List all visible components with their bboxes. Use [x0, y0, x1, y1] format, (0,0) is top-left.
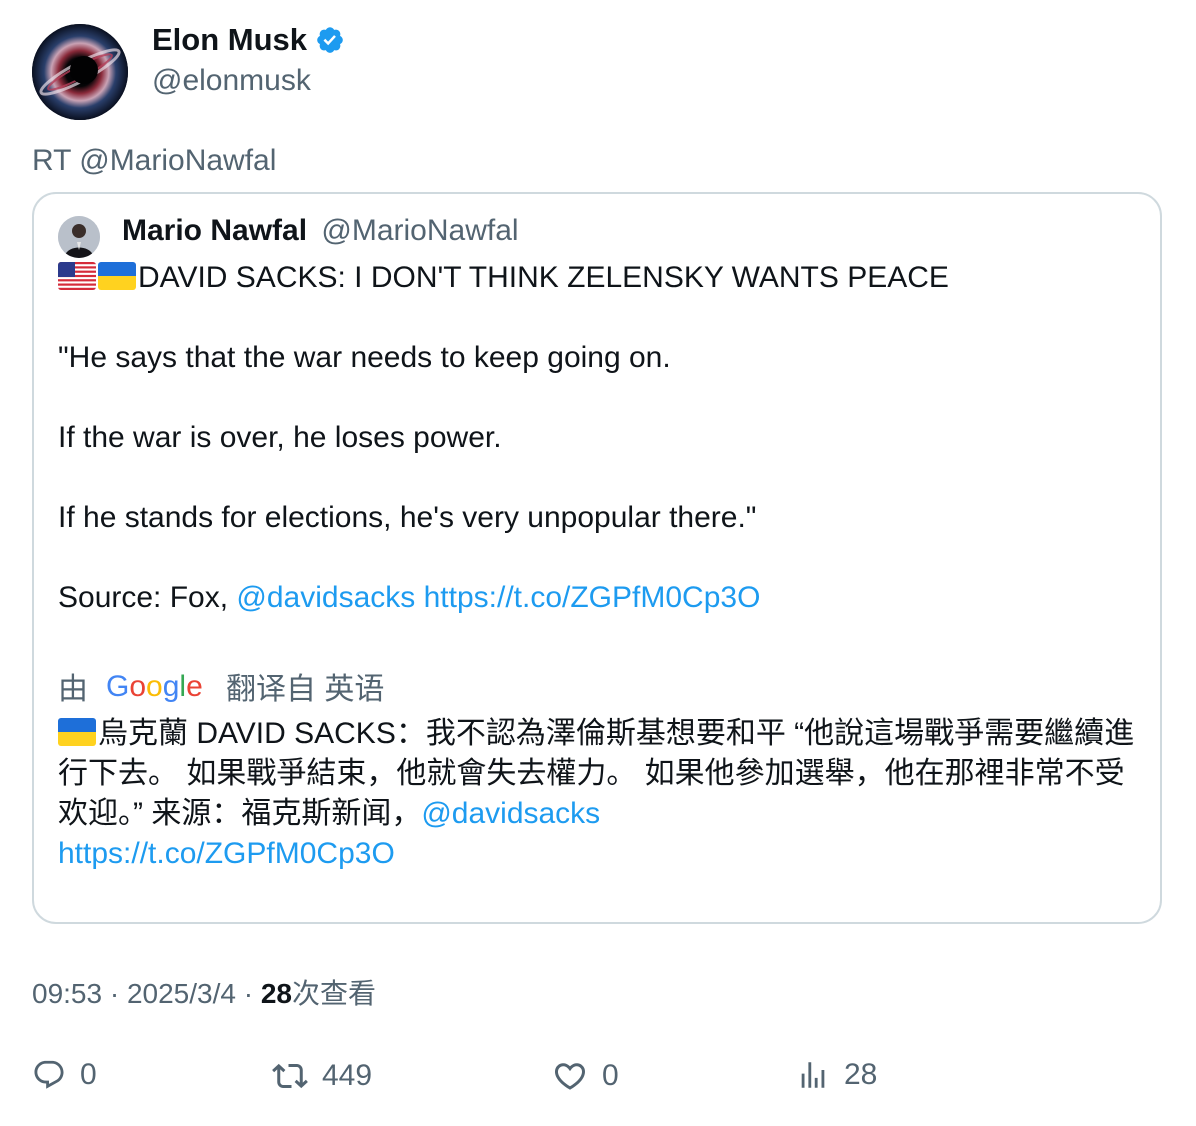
translation-mention-link[interactable]: @davidsacks	[421, 797, 600, 830]
verified-badge-icon	[317, 27, 343, 53]
source-mention-link[interactable]: @davidsacks	[236, 581, 415, 614]
quoted-display-name[interactable]: Mario Nawfal	[122, 214, 307, 247]
retweet-button[interactable]: 449	[272, 1058, 372, 1094]
retweet-count: 449	[322, 1059, 373, 1092]
tweet: Elon Musk @elonmusk RT @MarioNawfal Mari…	[0, 0, 1196, 1126]
quoted-author-avatar[interactable]	[58, 216, 100, 258]
quoted-tweet-card[interactable]: Mario Nawfal @MarioNawfal DAVID SACKS: I…	[32, 192, 1162, 924]
reply-button[interactable]: 0	[32, 1058, 97, 1092]
author-avatar[interactable]	[32, 24, 128, 120]
source-url-link[interactable]: https://t.co/ZGPfM0Cp3O	[424, 581, 761, 614]
author-display-name[interactable]: Elon Musk	[152, 22, 307, 58]
quoted-paragraph-3: If he stands for elections, he's very un…	[58, 501, 757, 534]
views-label: 次查看	[292, 978, 377, 1009]
us-flag-icon	[58, 262, 96, 290]
author-name-row: Elon Musk	[152, 22, 345, 58]
ukraine-flag-icon	[98, 262, 136, 290]
views-button[interactable]: 28	[796, 1058, 877, 1092]
reply-icon	[34, 1060, 64, 1089]
source-prefix: Source: Fox,	[58, 581, 229, 614]
views-action-count: 28	[844, 1058, 878, 1091]
translate-from-label: 翻译自 英语	[226, 673, 385, 706]
meta-separator: ·	[109, 978, 127, 1009]
translate-by-label: 由	[58, 673, 88, 706]
views-count: 28	[260, 978, 293, 1009]
tweet-date[interactable]: 2025/3/4	[127, 978, 236, 1009]
reply-count: 0	[80, 1058, 97, 1091]
quoted-headline: DAVID SACKS: I DON'T THINK ZELENSKY WANT…	[138, 261, 949, 294]
action-bar: 0 449 0 28	[32, 1058, 1162, 1102]
ukraine-flag-icon-translated	[58, 718, 96, 746]
like-button[interactable]: 0	[552, 1058, 619, 1094]
translation-url-link[interactable]: https://t.co/ZGPfM0Cp3O	[58, 837, 395, 870]
quoted-headline-line: DAVID SACKS: I DON'T THINK ZELENSKY WANT…	[58, 258, 1138, 298]
tweet-meta: 09:53 · 2025/3/4 · 28次查看	[32, 972, 376, 1012]
retweet-line: RT @MarioNawfal	[32, 144, 277, 177]
svg-text:Google: Google	[106, 670, 203, 703]
quoted-body: DAVID SACKS: I DON'T THINK ZELENSKY WANT…	[58, 258, 1138, 618]
quoted-handle[interactable]: @MarioNawfal	[321, 214, 518, 247]
translation-attribution: 由 Google 翻译自 英语	[58, 664, 384, 708]
author-handle[interactable]: @elonmusk	[152, 64, 311, 98]
tweet-time[interactable]: 09:53	[32, 978, 102, 1009]
analytics-icon	[801, 1062, 825, 1088]
quoted-header: Mario Nawfal @MarioNawfal	[122, 214, 519, 248]
heart-icon	[554, 1063, 586, 1090]
google-logo-icon: Google	[106, 670, 203, 703]
meta-separator: ·	[243, 978, 261, 1009]
retweet-icon	[272, 1063, 308, 1089]
translated-text: 烏克蘭 DAVID SACKS：我不認為澤倫斯基想要和平 “他說這場戰爭需要繼續…	[58, 714, 1148, 874]
quoted-paragraph-1: "He says that the war needs to keep goin…	[58, 341, 671, 374]
like-count: 0	[602, 1059, 619, 1092]
quoted-source-line: Source: Fox, @davidsacks https://t.co/ZG…	[58, 578, 1138, 618]
quoted-paragraph-2: If the war is over, he loses power.	[58, 421, 502, 454]
